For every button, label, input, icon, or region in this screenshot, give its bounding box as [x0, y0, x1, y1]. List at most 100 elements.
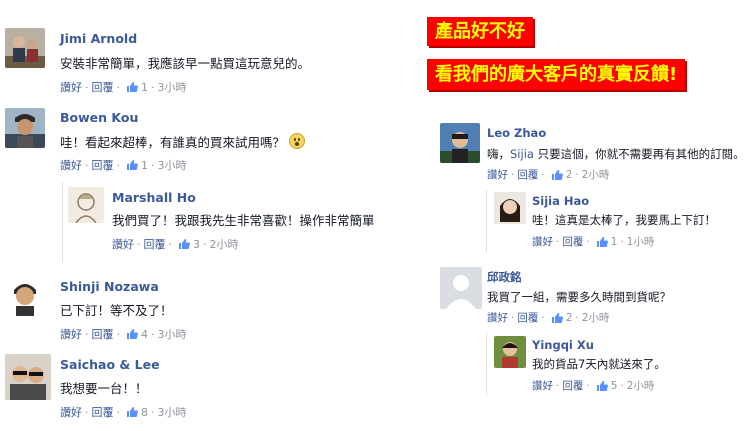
like-count[interactable]: 4	[141, 328, 148, 341]
like-button[interactable]: 讚好	[487, 310, 508, 325]
like-count[interactable]: 1	[611, 236, 618, 248]
timestamp[interactable]: 3小時	[158, 404, 187, 420]
separator: ·	[586, 235, 590, 248]
like-count[interactable]: 2	[566, 312, 573, 324]
avatar[interactable]	[440, 123, 480, 163]
comment-text: 我買了一組，需要多久時間到貨呢？	[487, 290, 671, 304]
reply-button[interactable]: 回覆	[562, 378, 583, 393]
like-button[interactable]: 讚好	[487, 167, 508, 182]
comment-actions: 讚好 · 回覆 · 1 · 3小時	[60, 79, 187, 95]
comment-actions: 讚好 · 回覆 · 5 · 2小時	[532, 378, 654, 393]
avatar[interactable]	[68, 187, 104, 223]
commenter-name[interactable]: Shinji Nozawa	[60, 279, 159, 294]
thumbs-up-icon	[126, 81, 138, 93]
commenter-name[interactable]: Saichao & Lee	[60, 357, 160, 372]
like-button[interactable]: 讚好	[60, 404, 82, 420]
timestamp[interactable]: 2小時	[582, 310, 610, 325]
like-button[interactable]: 讚好	[60, 79, 82, 95]
avatar[interactable]	[5, 354, 51, 400]
commenter-name[interactable]: Leo Zhao	[487, 126, 546, 140]
comment-actions: 讚好 · 回覆 · 8 · 3小時	[60, 404, 187, 420]
comment-text: 我的貨品7天內就送來了。	[532, 357, 666, 371]
like-button[interactable]: 讚好	[532, 378, 553, 393]
reply-button[interactable]: 回覆	[92, 404, 114, 420]
thumbs-up-icon	[126, 328, 138, 340]
separator: ·	[151, 405, 155, 419]
reply-button[interactable]: 回覆	[562, 234, 583, 249]
reply-thread-line	[62, 182, 63, 262]
comment-actions: 讚好 · 回覆 · 1 · 3小時	[60, 157, 187, 173]
comment-actions: 讚好 · 回覆 · 2 · 2小時	[487, 167, 609, 182]
comment-text-prefix: 嗨，	[487, 147, 510, 161]
timestamp[interactable]: 3小時	[158, 157, 187, 173]
reply-button[interactable]: 回覆	[92, 79, 114, 95]
commenter-name[interactable]: 邱政銘	[487, 269, 522, 285]
separator: ·	[151, 80, 155, 94]
comment-text-body: 哇！看起來超棒，有誰真的買來試用嗎？	[60, 135, 286, 150]
separator: ·	[620, 379, 624, 392]
timestamp[interactable]: 3小時	[158, 79, 187, 95]
like-count[interactable]: 1	[141, 81, 148, 94]
separator: ·	[541, 168, 545, 181]
reply-button[interactable]: 回覆	[517, 167, 538, 182]
separator: ·	[151, 158, 155, 172]
separator: ·	[85, 80, 89, 94]
promo-banner-bottom: 看我們的廣大客戶的真實反饋!	[427, 59, 686, 90]
separator: ·	[203, 237, 207, 251]
timestamp[interactable]: 2小時	[210, 236, 239, 252]
commenter-name[interactable]: Jimi Arnold	[60, 31, 137, 46]
commenter-name[interactable]: Yingqi Xu	[532, 338, 594, 352]
like-button[interactable]: 讚好	[112, 236, 134, 252]
separator: ·	[556, 235, 560, 248]
commenter-name[interactable]: Marshall Ho	[112, 190, 196, 205]
separator: ·	[85, 158, 89, 172]
separator: ·	[541, 311, 545, 324]
timestamp[interactable]: 2小時	[582, 167, 610, 182]
comment-actions: 讚好 · 回覆 · 3 · 2小時	[112, 236, 239, 252]
avatar[interactable]	[5, 108, 45, 148]
avatar[interactable]	[440, 267, 482, 309]
comment-text: 嗨，Sijia 只要這個，你就不需要再有其他的訂閱。	[487, 146, 745, 162]
separator: ·	[575, 311, 579, 324]
comment-actions: 讚好 · 回覆 · 4 · 3小時	[60, 326, 187, 342]
like-count[interactable]: 5	[611, 380, 618, 392]
comment-text: 安裝非常簡單，我應該早一點買這玩意兒的。	[60, 56, 311, 71]
reply-button[interactable]: 回覆	[517, 310, 538, 325]
like-count[interactable]: 3	[193, 238, 200, 251]
like-button[interactable]: 讚好	[60, 157, 82, 173]
reply-button[interactable]: 回覆	[92, 157, 114, 173]
comment-text-suffix: 只要這個，你就不需要再有其他的訂閱。	[533, 147, 745, 161]
thumbs-up-icon	[551, 169, 563, 181]
like-count[interactable]: 8	[141, 406, 148, 419]
promo-banner-top-text: 產品好不好	[435, 21, 525, 42]
timestamp[interactable]: 3小時	[158, 326, 187, 342]
separator: ·	[586, 379, 590, 392]
comment-text: 我想要一台！！	[60, 381, 148, 396]
reply-button[interactable]: 回覆	[92, 326, 114, 342]
avatar[interactable]	[5, 28, 45, 68]
separator: ·	[116, 80, 121, 94]
thumbs-up-icon	[126, 406, 138, 418]
separator: ·	[556, 379, 560, 392]
like-button[interactable]: 讚好	[60, 326, 82, 342]
timestamp[interactable]: 1小時	[627, 234, 655, 249]
thumbs-up-icon	[551, 312, 563, 324]
reply-button[interactable]: 回覆	[144, 236, 166, 252]
avatar[interactable]	[494, 192, 526, 224]
mention-link[interactable]: Sijia	[510, 147, 534, 161]
promo-banner-bottom-text: 看我們的廣大客戶的真實反饋!	[435, 64, 678, 85]
like-count[interactable]: 1	[141, 159, 148, 172]
commenter-name[interactable]: Sijia Hao	[532, 194, 589, 208]
separator: ·	[116, 405, 121, 419]
separator: ·	[575, 168, 579, 181]
avatar[interactable]	[494, 336, 526, 368]
avatar[interactable]	[5, 276, 45, 316]
comment-text: 哇！這真是太棒了，我要馬上下訂！	[532, 213, 716, 227]
comment-text: 我們買了！我跟我先生非常喜歡！操作非常簡單	[112, 213, 375, 228]
thumbs-up-icon	[596, 236, 608, 248]
like-button[interactable]: 讚好	[532, 234, 553, 249]
like-count[interactable]: 2	[566, 169, 573, 181]
commenter-name[interactable]: Bowen Kou	[60, 110, 138, 125]
separator: ·	[511, 311, 515, 324]
timestamp[interactable]: 2小時	[627, 378, 655, 393]
